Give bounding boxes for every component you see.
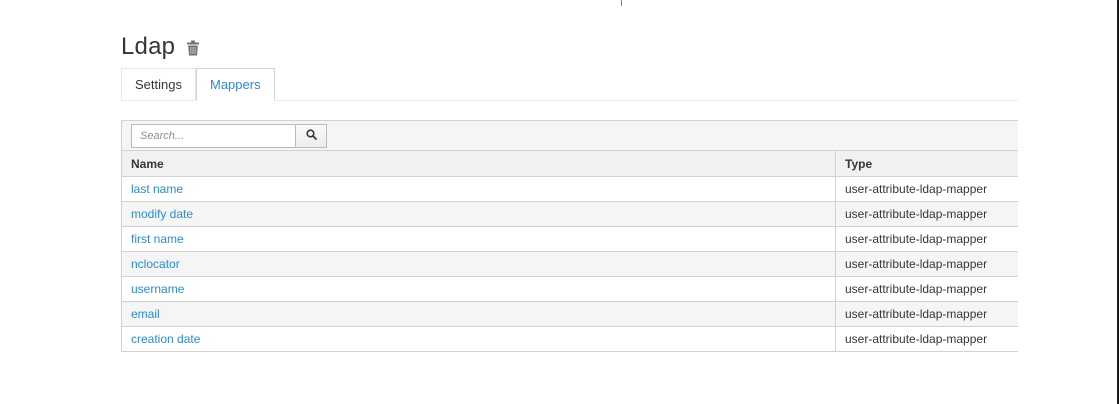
search-input[interactable]: [131, 123, 295, 148]
table-header-row: Name Type: [122, 151, 1018, 177]
mapper-name-cell: creation date: [122, 326, 836, 351]
table-row: last name user-attribute-ldap-mapper: [122, 176, 1018, 202]
mapper-type-cell: user-attribute-ldap-mapper: [835, 176, 1018, 202]
mapper-link[interactable]: username: [131, 282, 184, 296]
mapper-type-cell: user-attribute-ldap-mapper: [835, 201, 1018, 227]
mapper-type-cell: user-attribute-ldap-mapper: [835, 326, 1018, 351]
table-row: nclocator user-attribute-ldap-mapper: [122, 251, 1018, 277]
mappers-table-container: Name Type last name user-attribute-ldap-…: [121, 120, 1018, 352]
mapper-link[interactable]: email: [131, 307, 160, 321]
title-row: Ldap: [121, 30, 1018, 64]
main-content: Ldap Settings Mappers Search... Name Typ…: [121, 30, 1018, 352]
tab-settings[interactable]: Settings: [121, 68, 196, 100]
trash-icon[interactable]: [187, 40, 200, 56]
top-edge-marker: [621, 0, 622, 6]
mapper-name-cell: nclocator: [122, 251, 836, 277]
tab-bar: Settings Mappers: [121, 68, 1018, 101]
search-group: [131, 123, 327, 148]
mapper-link[interactable]: first name: [131, 232, 184, 246]
mapper-link[interactable]: last name: [131, 182, 183, 196]
tab-mappers[interactable]: Mappers: [195, 68, 275, 101]
table-toolbar: [122, 121, 1018, 151]
table-row: email user-attribute-ldap-mapper: [122, 301, 1018, 327]
search-button[interactable]: [295, 123, 327, 148]
mapper-name-cell: username: [122, 276, 836, 302]
table-row: first name user-attribute-ldap-mapper: [122, 226, 1018, 252]
mapper-type-cell: user-attribute-ldap-mapper: [835, 276, 1018, 302]
table-row: creation date user-attribute-ldap-mapper: [122, 326, 1018, 351]
table-row: modify date user-attribute-ldap-mapper: [122, 201, 1018, 227]
mapper-link[interactable]: modify date: [131, 207, 193, 221]
page-title: Ldap: [121, 33, 176, 60]
mapper-link[interactable]: creation date: [131, 332, 200, 346]
column-header-type[interactable]: Type: [835, 151, 1018, 177]
mapper-type-cell: user-attribute-ldap-mapper: [835, 226, 1018, 252]
search-icon: [305, 127, 317, 145]
mapper-link[interactable]: nclocator: [131, 257, 180, 271]
column-header-name[interactable]: Name: [122, 151, 836, 177]
mappers-table: Name Type last name user-attribute-ldap-…: [122, 151, 1018, 351]
table-row: username user-attribute-ldap-mapper: [122, 276, 1018, 302]
mapper-name-cell: modify date: [122, 201, 836, 227]
mapper-name-cell: first name: [122, 226, 836, 252]
mapper-type-cell: user-attribute-ldap-mapper: [835, 301, 1018, 327]
mapper-name-cell: email: [122, 301, 836, 327]
mapper-name-cell: last name: [122, 176, 836, 202]
mapper-type-cell: user-attribute-ldap-mapper: [835, 251, 1018, 277]
